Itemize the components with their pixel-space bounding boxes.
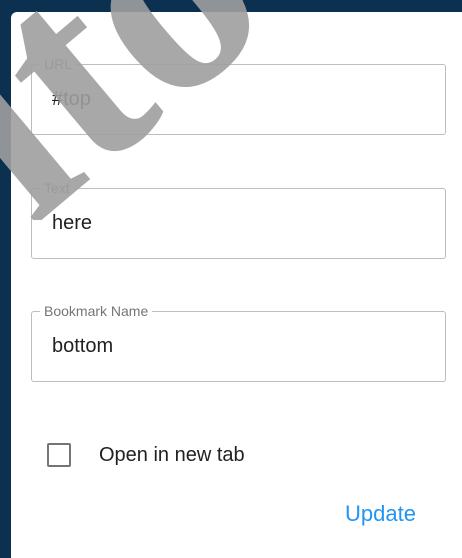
url-field: URL <box>31 56 446 135</box>
open-in-new-tab-checkbox[interactable] <box>47 443 71 467</box>
url-field-label: URL <box>40 56 77 72</box>
open-in-new-tab-option[interactable]: Open in new tab <box>47 441 245 469</box>
text-field-label: Text <box>40 180 74 196</box>
open-in-new-tab-label: Open in new tab <box>99 443 245 466</box>
text-input[interactable] <box>52 207 432 239</box>
url-input[interactable] <box>52 83 432 115</box>
link-dialog: URL Text Bookmark Name Open in new tab U… <box>11 12 462 558</box>
bookmark-name-field: Bookmark Name <box>31 303 446 382</box>
update-button[interactable]: Update <box>341 498 420 530</box>
bookmark-name-field-label: Bookmark Name <box>40 303 153 319</box>
text-field: Text <box>31 180 446 259</box>
bookmark-name-input[interactable] <box>52 330 432 362</box>
